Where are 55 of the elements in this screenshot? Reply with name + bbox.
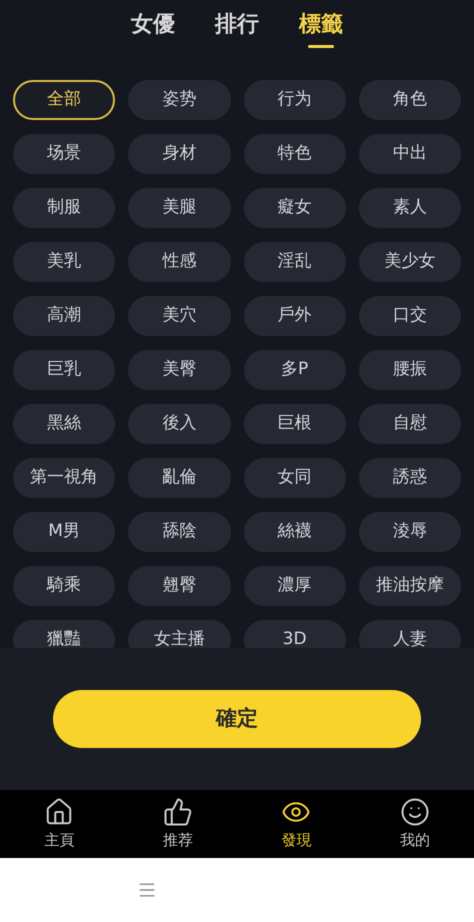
tag-chip[interactable]: 癡女 — [244, 188, 346, 228]
tag-chip[interactable]: 美腿 — [128, 188, 230, 228]
tag-chip[interactable]: 美穴 — [128, 296, 230, 336]
tag-chip[interactable]: 誘惑 — [358, 458, 461, 498]
tag-chip[interactable]: 騎乘 — [13, 566, 116, 606]
tag-chip[interactable]: 口交 — [358, 296, 461, 336]
tag-chip[interactable]: 场景 — [13, 134, 116, 174]
tag-chip[interactable]: 淩辱 — [358, 512, 461, 552]
tag-chip[interactable]: 淫乱 — [244, 242, 346, 282]
tag-chip[interactable]: M男 — [13, 512, 116, 552]
tag-chip[interactable]: 姿势 — [128, 80, 230, 120]
tag-chip[interactable]: 獵豔 — [13, 620, 116, 648]
tag-chip[interactable]: 美臀 — [128, 350, 230, 390]
confirm-button[interactable]: 確定 — [53, 690, 421, 748]
tag-chip[interactable]: 角色 — [358, 80, 461, 120]
tag-chip[interactable]: 濃厚 — [244, 566, 346, 606]
thumbs-up-icon — [162, 796, 193, 827]
tag-chip[interactable]: 美乳 — [13, 242, 116, 282]
house-icon — [44, 796, 74, 827]
header-tab[interactable]: 排行 — [215, 8, 259, 48]
tag-chip[interactable]: 翹臀 — [128, 566, 230, 606]
tag-chip[interactable]: 巨乳 — [13, 350, 116, 390]
tag-chip[interactable]: 戶外 — [244, 296, 346, 336]
header-tab[interactable]: 女優 — [131, 8, 175, 48]
tag-chip[interactable]: 後入 — [128, 404, 230, 444]
tag-chip[interactable]: 行为 — [244, 80, 346, 120]
tag-chip[interactable]: 制服 — [13, 188, 116, 228]
nav-item[interactable]: 推荐 — [118, 790, 237, 858]
tag-chip[interactable]: 自慰 — [358, 404, 461, 444]
header-tab[interactable]: 標籤 — [299, 8, 343, 48]
tag-chip[interactable]: 高潮 — [13, 296, 116, 336]
nav-item[interactable]: 發現 — [237, 790, 356, 858]
tag-chip[interactable]: 巨根 — [244, 404, 346, 444]
tag-chip[interactable]: 腰振 — [358, 350, 461, 390]
tag-chip[interactable]: 舔陰 — [128, 512, 230, 552]
tag-chip[interactable]: 第一視角 — [13, 458, 116, 498]
tag-chip[interactable]: 女同 — [244, 458, 346, 498]
tag-chip[interactable]: 女主播 — [128, 620, 230, 648]
tag-chip[interactable]: 推油按摩 — [358, 566, 461, 606]
tag-chip[interactable]: 美少女 — [358, 242, 461, 282]
nav-item[interactable]: 主頁 — [0, 790, 118, 858]
nav-item[interactable]: 我的 — [356, 790, 474, 858]
tag-chip[interactable]: 亂倫 — [128, 458, 230, 498]
tag-chip[interactable]: 3D — [244, 620, 346, 648]
tag-chip[interactable]: 性感 — [128, 242, 230, 282]
smile-icon — [400, 796, 430, 827]
tag-chip[interactable]: 人妻 — [358, 620, 461, 648]
tag-chip[interactable]: 身材 — [128, 134, 230, 174]
tag-chip[interactable]: 多P — [244, 350, 346, 390]
tag-chip[interactable]: 素人 — [358, 188, 461, 228]
tag-chip[interactable]: 特色 — [244, 134, 346, 174]
tag-chip[interactable]: 絲襪 — [244, 512, 346, 552]
tag-chip[interactable]: 黑絲 — [13, 404, 116, 444]
tag-chip[interactable]: 中出 — [358, 134, 461, 174]
tag-chip[interactable]: 全部 — [13, 80, 116, 120]
